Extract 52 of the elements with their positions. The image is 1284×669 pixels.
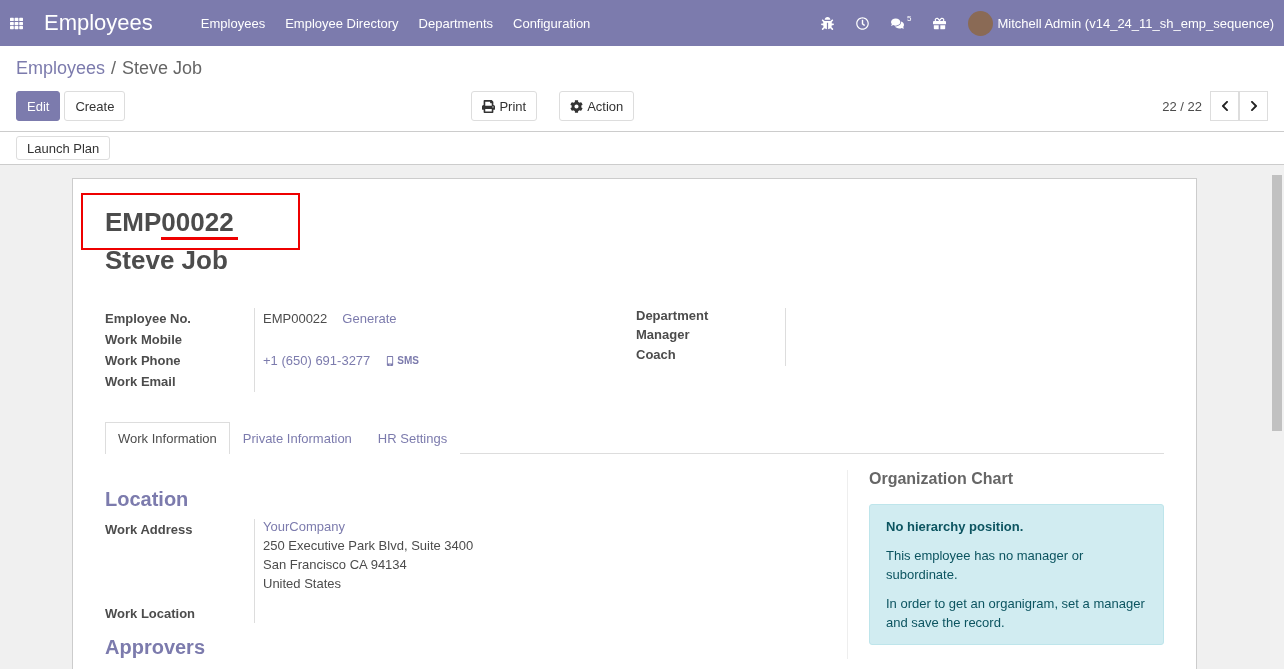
field-label: Employee No.: [105, 310, 192, 328]
employee-name: Steve Job: [105, 245, 229, 276]
section-title: Approvers: [105, 636, 207, 659]
apps-menu-icon[interactable]: [10, 16, 23, 30]
nav-menu-item[interactable]: Configuration: [513, 15, 591, 31]
alert-heading: No hierarchy position.: [886, 518, 1025, 536]
generate-link[interactable]: Generate: [342, 311, 397, 326]
field-label: Coach: [636, 346, 677, 364]
field-label: Work Phone: [105, 352, 182, 370]
address-line: San Francisco CA 94134: [263, 557, 408, 572]
alert-text: This employee has no manager or subordinate.: [886, 547, 1085, 584]
clock-icon[interactable]: [856, 16, 869, 30]
breadcrumb-link[interactable]: Employees: [16, 58, 106, 79]
breadcrumb-separator: /: [111, 58, 117, 79]
company-link[interactable]: YourCompany: [263, 519, 839, 534]
mobile-phone-icon: [385, 355, 396, 366]
org-chart-title: Organization Chart: [869, 470, 1014, 488]
message-count: 5: [907, 13, 912, 23]
field-label: Department: [636, 308, 710, 325]
gear-icon: [570, 99, 584, 113]
launch-plan-button[interactable]: Launch Plan: [16, 136, 111, 160]
app-title: Employees: [44, 10, 153, 36]
breadcrumb-current: Steve Job: [122, 58, 203, 79]
next-button[interactable]: [1239, 91, 1268, 121]
print-button[interactable]: Print: [471, 91, 538, 121]
gift-icon[interactable]: [933, 16, 947, 30]
pager-counter: 22 / 22: [1162, 98, 1202, 114]
action-button[interactable]: Action: [559, 91, 635, 121]
edit-button[interactable]: Edit: [16, 91, 61, 121]
field-label: Work Mobile: [105, 331, 184, 349]
sms-link[interactable]: SMS: [385, 355, 419, 366]
field-value: EMP00022: [263, 311, 328, 326]
alert-text: In order to get an organigram, set a manager and save the record.: [886, 595, 1146, 632]
create-button[interactable]: Create: [64, 91, 126, 121]
address-line: United States: [263, 576, 343, 591]
phone-link[interactable]: +1 (650) 691-3277: [263, 353, 371, 368]
nav-menu-item[interactable]: Departments: [418, 15, 493, 31]
form-tab[interactable]: Work Information: [105, 422, 230, 454]
field-label: Work Location: [105, 605, 197, 623]
section-title: Location: [105, 488, 190, 511]
address-line: 250 Executive Park Blvd, Suite 3400: [263, 538, 475, 553]
field-label: Manager: [636, 327, 691, 345]
employee-sequence: EMP00022: [105, 209, 234, 235]
nav-menu-item[interactable]: Employees: [200, 15, 266, 31]
bug-icon[interactable]: [821, 16, 834, 30]
chat-icon[interactable]: [891, 16, 904, 30]
printer-icon: [482, 99, 496, 113]
user-name[interactable]: Mitchell Admin (v14_24_11_sh_emp_sequence): [997, 15, 1274, 31]
field-label: Work Address: [105, 521, 194, 539]
nav-menu-item[interactable]: Employee Directory: [285, 15, 399, 31]
previous-button[interactable]: [1210, 91, 1239, 121]
field-label: Work Email: [105, 373, 177, 391]
